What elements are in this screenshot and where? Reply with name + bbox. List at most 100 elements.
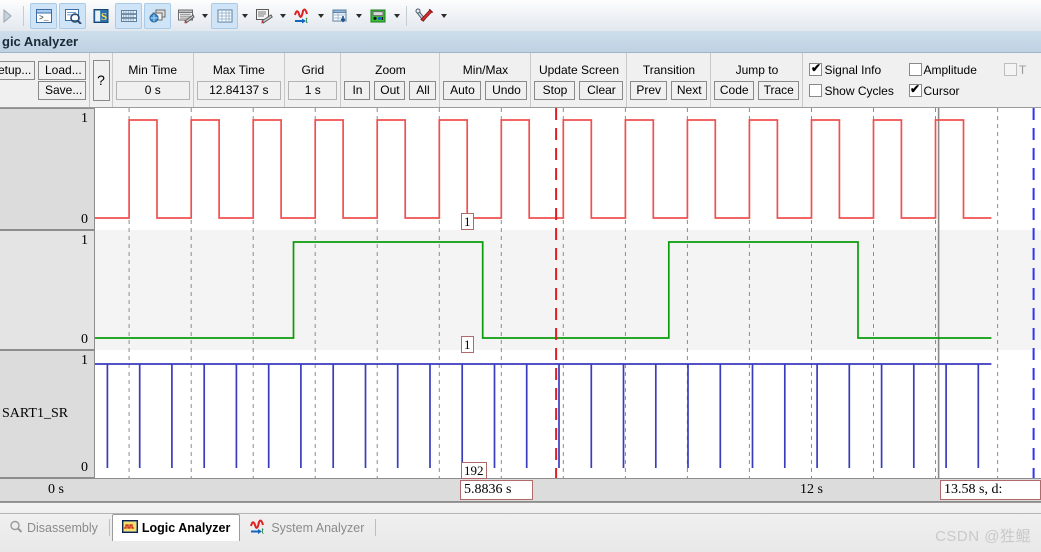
amplitude-checkbox-row[interactable]: ✔ Amplitude: [908, 61, 998, 79]
registers-icon[interactable]: [115, 2, 142, 29]
max-time-label: Max Time: [212, 63, 265, 77]
logic-analyzer-window: >_ S t gic Analyzer etup... Load... Save…: [0, 0, 1041, 552]
panel-title: gic Analyzer: [0, 31, 1041, 53]
signal-2-min-label: 0: [81, 332, 88, 347]
watch-window-icon[interactable]: [173, 4, 198, 28]
max-time-field[interactable]: 12.84137 s: [196, 81, 282, 100]
analysis-window-dropdown-arrow-icon[interactable]: [315, 4, 326, 28]
signal-info-checkbox[interactable]: ✔: [809, 62, 823, 76]
tools-dropdown-arrow-icon[interactable]: [438, 4, 449, 28]
main-cursor-time-label: 5.8836 s: [460, 480, 533, 500]
jump-to-label: Jump to: [735, 63, 779, 77]
signal-label-box-2[interactable]: 1 0: [0, 230, 95, 350]
analysis-window-icon[interactable]: t: [289, 4, 314, 28]
svg-text:>_: >_: [39, 14, 49, 23]
signal-info-checkbox-row[interactable]: ✔ Signal Info: [809, 61, 902, 79]
tab-disassembly[interactable]: Disassembly: [0, 514, 107, 541]
signal-3-max-label: 1: [81, 353, 88, 368]
minmax-auto-button[interactable]: Auto: [443, 81, 482, 100]
jump-to-group: Jump to Code Trace: [711, 53, 804, 107]
logic-analyzer-controls: etup... Load... Save... ? Min Time 0 s M…: [0, 53, 1041, 108]
tab-system-analyzer-label: System Analyzer: [271, 520, 365, 535]
cursor-checkbox-row[interactable]: ✔ Cursor: [908, 82, 998, 100]
transition-prev-button[interactable]: Prev: [630, 81, 667, 100]
amplitude-checkbox[interactable]: ✔: [908, 63, 922, 76]
transition-next-button[interactable]: Next: [670, 81, 708, 100]
memory-window-icon[interactable]: [211, 2, 238, 29]
trace-window-icon[interactable]: [327, 4, 352, 28]
trailing-label: T: [1018, 62, 1027, 77]
zoom-group: Zoom In Out All: [341, 53, 441, 107]
update-screen-group: Update Screen Stop Clear: [531, 53, 628, 107]
grid-group: Grid 1 s: [285, 53, 342, 107]
signal-3-min-label: 0: [81, 460, 88, 475]
time-axis[interactable]: 0 s 12 s 5.8836 s 13.58 s, d: 192: [0, 462, 1041, 502]
zoom-in-button[interactable]: In: [344, 81, 371, 100]
min-time-field[interactable]: 0 s: [116, 81, 190, 100]
svg-text:t: t: [262, 525, 265, 534]
help-button[interactable]: ?: [92, 59, 110, 101]
grid-label: Grid: [301, 63, 325, 77]
signal-label-column: 1 0 1 0 1 SART1_SR 0: [0, 108, 95, 478]
disassembly-icon: [9, 520, 23, 536]
setup-group: etup... Load... Save...: [0, 53, 90, 107]
memory-inspect-icon[interactable]: [59, 2, 86, 29]
serial-window-dropdown-arrow-icon[interactable]: [277, 4, 288, 28]
trailing-spacer: [1004, 82, 1041, 100]
setup-button[interactable]: etup...: [0, 60, 35, 80]
signal-1-min-label: 0: [81, 212, 88, 227]
svg-text:S: S: [101, 11, 107, 23]
tab-system-analyzer[interactable]: t System Analyzer: [240, 514, 373, 541]
grid-field[interactable]: 1 s: [288, 81, 338, 100]
toolbar-separator-1: [23, 5, 24, 26]
watch-window-dropdown-arrow-icon[interactable]: [199, 4, 210, 28]
signal-3-name-label: SART1_SR: [2, 406, 69, 421]
zoom-label: Zoom: [375, 63, 406, 77]
amplitude-label: Amplitude: [923, 62, 977, 77]
show-cycles-checkbox[interactable]: ✔: [809, 84, 823, 97]
checkbox-column-3: ✔ T: [998, 53, 1041, 107]
zoom-all-button[interactable]: All: [409, 81, 437, 100]
peripherals-icon[interactable]: [365, 4, 390, 28]
save-button[interactable]: Save...: [38, 80, 86, 100]
tools-icon[interactable]: [412, 4, 437, 28]
system-analyzer-icon: t: [249, 519, 267, 537]
zoom-out-button[interactable]: Out: [374, 81, 406, 100]
memory-window-dropdown-arrow-icon[interactable]: [239, 4, 250, 28]
bottom-tab-strip: Disassembly Logic Analyzer t System Anal…: [0, 502, 1041, 552]
minmax-undo-button[interactable]: Undo: [485, 81, 528, 100]
serial-window-icon[interactable]: [251, 4, 276, 28]
peripherals-dropdown-arrow-icon[interactable]: [391, 4, 402, 28]
trace-window-dropdown-arrow-icon[interactable]: [353, 4, 364, 28]
tab-disassembly-label: Disassembly: [27, 520, 98, 535]
plot-canvas[interactable]: 1 1: [95, 108, 1041, 478]
show-cycles-checkbox-row[interactable]: ✔ Show Cycles: [809, 82, 902, 100]
call-stack-icon[interactable]: [144, 2, 171, 29]
update-stop-button[interactable]: Stop: [534, 81, 576, 100]
signal-2-max-label: 1: [81, 233, 88, 248]
minmax-label: Min/Max: [462, 63, 509, 77]
jump-to-code-button[interactable]: Code: [714, 81, 754, 100]
x-tick-label-0: 0 s: [48, 482, 64, 497]
signal-3-cursor-value: 192: [461, 462, 487, 479]
svg-text:t: t: [305, 15, 308, 24]
waveform-area[interactable]: 1 0 1 0 1 SART1_SR 0 1 1: [0, 108, 1041, 478]
load-button[interactable]: Load...: [38, 60, 86, 80]
cursor-checkbox[interactable]: ✔: [908, 83, 922, 97]
command-window-icon[interactable]: >_: [30, 2, 57, 29]
tab-logic-analyzer[interactable]: Logic Analyzer: [111, 514, 241, 541]
transition-label: Transition: [642, 63, 696, 77]
trailing-checkbox-row[interactable]: ✔ T: [1003, 61, 1041, 79]
signal-label-box-3[interactable]: 1 SART1_SR 0: [0, 350, 95, 478]
min-time-group: Min Time 0 s: [113, 53, 194, 107]
tab-logic-analyzer-label: Logic Analyzer: [141, 521, 231, 535]
jump-to-trace-button[interactable]: Trace: [758, 81, 800, 100]
update-clear-button[interactable]: Clear: [579, 81, 624, 100]
overflow-chevron-icon[interactable]: [0, 5, 18, 27]
toolbar-separator-2: [406, 5, 407, 26]
logic-analyzer-icon: [121, 520, 138, 536]
main-toolbar: >_ S t: [0, 0, 1041, 32]
signal-label-box-1[interactable]: 1 0: [0, 108, 95, 230]
transition-group: Transition Prev Next: [627, 53, 712, 107]
symbols-icon[interactable]: S: [88, 4, 113, 28]
